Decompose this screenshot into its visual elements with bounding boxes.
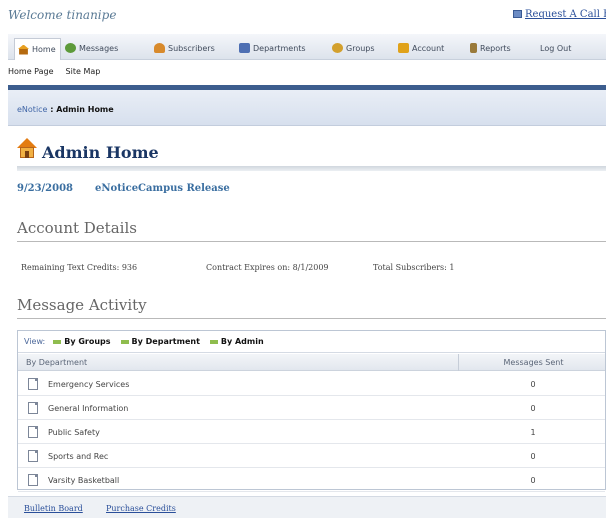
view-by-groups[interactable]: By Groups [53,337,111,346]
table-row[interactable]: Emergency Services 0 [18,372,605,396]
groups-icon [332,43,343,53]
account-icon [398,43,409,53]
nav-messages-label: Messages [79,43,119,53]
remaining-credits: Remaining Text Credits: 936 [21,263,138,272]
document-icon [28,426,38,438]
table-row[interactable]: Sports and Rec 0 [18,444,605,468]
release-notice: 9/23/2008 eNoticeCampus Release [17,183,230,194]
nav-groups-label: Groups [346,43,375,53]
row-messages-sent: 0 [530,452,536,461]
nav-groups[interactable]: Groups [332,39,375,57]
document-icon [28,402,38,414]
row-department-name: Varsity Basketball [48,476,120,485]
nav-home[interactable]: Home [14,38,61,60]
title-divider [17,166,606,171]
column-header-department[interactable]: By Department [26,358,87,367]
purchase-credits-link[interactable]: Purchase Credits [106,504,176,513]
nav-reports-label: Reports [480,43,511,53]
breadcrumb-current: Admin Home [56,105,114,114]
bulletin-board-link[interactable]: Bulletin Board [24,504,83,513]
request-call-back-link[interactable]: Request A Call Back [513,9,606,20]
table-row[interactable]: General Information 0 [18,396,605,420]
row-messages-sent: 0 [530,476,536,485]
nav-departments-label: Departments [253,43,306,53]
table-row[interactable]: Varsity Basketball 0 [18,468,605,492]
message-activity-panel: View: By Groups By Department By Admin B… [17,330,606,492]
table-row[interactable]: Public Safety 1 [18,420,605,444]
nav-log-out[interactable]: Log Out [540,39,571,57]
account-details-heading: Account Details [17,219,137,237]
nav-reports[interactable]: Reports [470,39,511,57]
document-icon [28,450,38,462]
document-icon [28,474,38,486]
row-department-name: Emergency Services [48,380,130,389]
row-department-name: Public Safety [48,428,100,437]
release-date: 9/23/2008 [17,183,74,194]
account-details-rule [17,241,606,242]
phone-icon [513,10,522,18]
reports-icon [470,43,477,53]
view-by-admin-label: By Admin [220,337,264,346]
nav-departments[interactable]: Departments [239,39,306,57]
view-by-admin[interactable]: By Admin [209,337,264,346]
column-header-messages-sent[interactable]: Messages Sent [458,354,606,371]
page-title: Admin Home [42,143,159,162]
request-call-back-label: Request A Call Back [525,9,606,20]
release-label[interactable]: eNoticeCampus Release [95,183,230,194]
welcome-message: Welcome tinanipe [8,8,117,22]
message-activity-heading: Message Activity [17,296,147,314]
row-messages-sent: 1 [530,428,536,437]
house-icon [17,138,37,158]
row-messages-sent: 0 [530,404,536,413]
view-by-groups-label: By Groups [64,337,111,346]
total-subscribers: Total Subscribers: 1 [373,263,455,272]
nav-home-label: Home [32,45,56,54]
breadcrumb-separator: : [47,105,57,114]
departments-icon [239,43,250,53]
view-filter-row: View: By Groups By Department By Admin [18,331,605,353]
nav-messages[interactable]: Messages [65,39,118,57]
nav-subscribers-label: Subscribers [168,43,215,53]
message-activity-rule [17,318,606,319]
nav-account[interactable]: Account [398,39,444,57]
sub-nav: Home Page Site Map [8,67,112,76]
bullet-icon [120,339,129,344]
breadcrumb: eNotice : Admin Home [17,105,114,114]
messages-icon [65,43,76,53]
bullet-icon [53,339,62,344]
row-messages-sent: 0 [530,380,536,389]
view-by-department[interactable]: By Department [120,337,200,346]
view-label: View: [24,337,46,346]
subscribers-icon [154,43,165,53]
nav-subscribers[interactable]: Subscribers [154,39,215,57]
nav-account-label: Account [412,43,445,53]
footer-bar: Bulletin Board Purchase Credits [8,496,606,518]
subnav-home-page[interactable]: Home Page [8,67,54,76]
nav-log-out-label: Log Out [540,43,572,53]
view-by-department-label: By Department [131,337,200,346]
row-department-name: Sports and Rec [48,452,109,461]
row-department-name: General Information [48,404,129,413]
home-icon [18,44,29,55]
contract-expiry: Contract Expires on: 8/1/2009 [206,263,329,272]
main-nav-bar: Home Messages Subscribers Departments Gr… [8,34,606,60]
breadcrumb-root[interactable]: eNotice [17,105,47,114]
document-icon [28,378,38,390]
bullet-icon [209,339,218,344]
subnav-site-map[interactable]: Site Map [66,67,101,76]
table-header: By Department Messages Sent [18,354,605,371]
